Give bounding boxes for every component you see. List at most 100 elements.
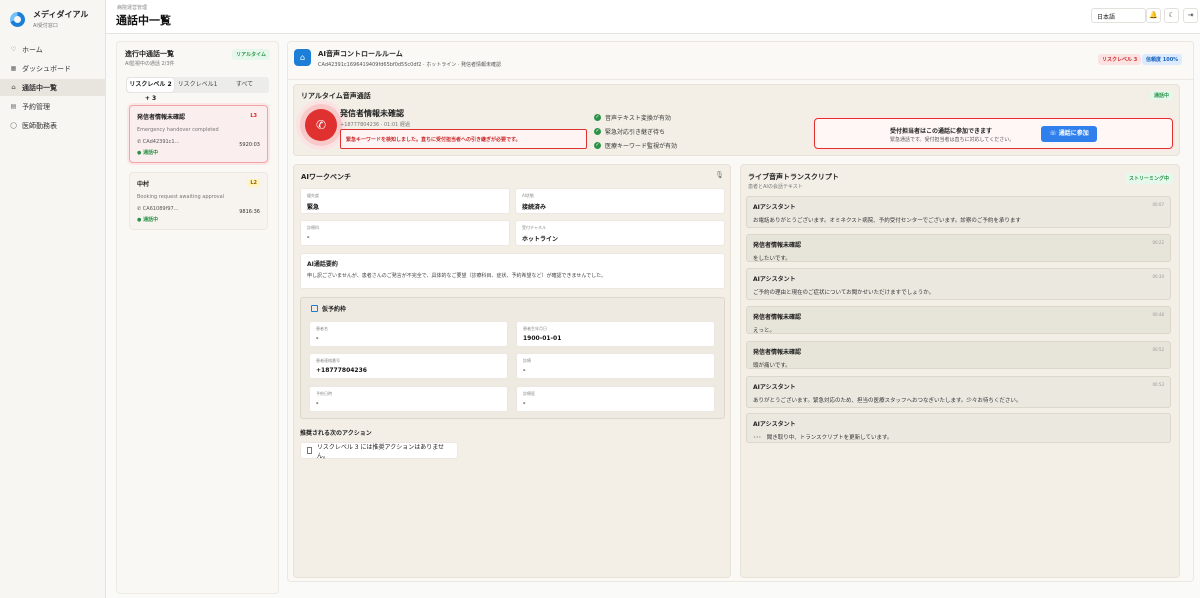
- active-call-list-panel: 進行中通話一覧 AI監視中の通話 2/3件 リアルタイム リスクレベル 2 + …: [116, 41, 279, 594]
- appointment-datetime-field: 予約日時 -: [309, 386, 508, 412]
- join-title: 受付担当者はこの通話に参加できます: [890, 128, 993, 135]
- call-duration: 9816:36: [239, 209, 260, 215]
- phone-icon: ✆: [305, 109, 337, 141]
- treatment-field: 診療 -: [516, 353, 715, 379]
- sidebar-item-doctor-schedule[interactable]: ◯ 医師勤務表: [0, 117, 106, 134]
- control-room-title: AI音声コントロールルーム: [318, 50, 403, 58]
- doctor-field: 診療医 -: [516, 386, 715, 412]
- call-status: ● 通話中: [137, 217, 159, 223]
- panel-subtitle: AI監視中の通話 2/3件: [125, 61, 175, 67]
- caller-name: 中村: [137, 181, 150, 188]
- tab-risk-2-3[interactable]: リスクレベル 2 + 3: [127, 78, 174, 102]
- page-title: 通話中一覧: [116, 14, 171, 27]
- grid-icon: ▦: [10, 65, 17, 72]
- section-title: ライブ音声トランスクリプト: [748, 173, 839, 181]
- status-checklist: ✓ 音声テキスト変換が有効 ✓ 緊急対応引き継ぎ待ち ✓ 医療キーワード監視が有効: [594, 113, 677, 155]
- sidebar-item-label: ホーム: [22, 45, 43, 54]
- breadcrumb: 病院運営管理: [117, 5, 148, 11]
- tab-all[interactable]: すべて: [221, 78, 268, 92]
- control-room-subtitle: CAd42391c1696419409fd65bf0d55c0df2 · ホット…: [318, 62, 501, 68]
- brand-subtitle: AI受付窓口: [33, 23, 58, 29]
- transcript-message: AIアシスタント 00:53 ありがとうございます。緊急対応のため、担当の医療ス…: [746, 376, 1171, 408]
- moon-icon[interactable]: ☾: [1164, 8, 1179, 23]
- risk-level-badge: リスクレベル 3: [1098, 54, 1142, 65]
- department-field: 診療科 -: [300, 220, 510, 246]
- ai-summary: AI通話要約 申し訳ございませんが、患者さんのご発言が不完全で、具体的なご要望（…: [300, 253, 725, 289]
- brand-title: メディダイアル: [33, 10, 89, 19]
- phone-icon: ⌂: [11, 84, 16, 91]
- transcript-message: AIアシスタント 00:07 お電話ありがとうございます。オミネクスト病院、予約…: [746, 196, 1171, 228]
- streaming-badge: ストリーミング中: [1124, 173, 1173, 184]
- realtime-call-section: リアルタイム音声通話 通話中 ✆ 発信者情報未確認 +18777804236 ·…: [293, 84, 1180, 156]
- join-subtitle: 緊急通話です。受付担当者は直ちに対応してください。: [890, 137, 1015, 143]
- logo-icon: [10, 11, 25, 27]
- caller-name: 発信者情報未確認: [340, 109, 404, 118]
- tentative-booking: 仮予約枠 患者名 - 患者生年月日 1900-01-01 患者連絡番号 +187…: [300, 297, 725, 419]
- emergency-alert: 緊急キーワードを検知しました。直ちに受付担当者への引き継ぎが必要です。: [340, 129, 587, 149]
- risk-level-badge: L3: [250, 113, 257, 119]
- section-title: リアルタイム音声通話: [301, 92, 371, 100]
- caller-number: +18777804236 · 01:01 経過: [340, 122, 410, 128]
- check-item: ✓ 緊急対応引き継ぎ待ち: [594, 128, 666, 136]
- live-transcript: ライブ音声トランスクリプト 患者とAIの会話テキスト ストリーミング中 AIアシ…: [740, 164, 1180, 578]
- sidebar-item-label: 通話中一覧: [22, 83, 57, 92]
- check-item: ✓ 音声テキスト変換が有効: [594, 114, 671, 122]
- panel-title: 進行中通話一覧: [125, 50, 174, 58]
- transcript-message: 発信者情報未確認 00:22 をしたいです。: [746, 234, 1171, 262]
- heart-icon: ♡: [10, 46, 17, 53]
- calendar-icon: [311, 305, 318, 312]
- robot-icon: ⌂: [294, 49, 311, 66]
- transcript-message: 発信者情報未確認 00:48 えっと。: [746, 306, 1171, 334]
- sidebar-item-home[interactable]: ♡ ホーム: [0, 41, 106, 58]
- join-call-button[interactable]: ☏ 通話に参加: [1041, 126, 1097, 142]
- sidebar-item-label: 医師勤務表: [22, 121, 57, 130]
- bell-icon[interactable]: 🔔: [1146, 8, 1161, 23]
- sidebar-item-label: ダッシュボード: [22, 64, 71, 73]
- patient-dob-field: 患者生年月日 1900-01-01: [516, 321, 715, 347]
- risk-tabs: リスクレベル 2 + 3 リスクレベル1 すべて: [126, 77, 269, 102]
- brand: メディダイアル AI受付窓口: [10, 9, 88, 29]
- microphone-icon[interactable]: 🎙: [715, 171, 724, 179]
- tab-risk-1[interactable]: リスクレベル1: [174, 78, 221, 92]
- transcript-message: 発信者情報未確認 00:52 頭が痛いです。: [746, 341, 1171, 369]
- sidebar-item-label: 予約管理: [22, 102, 50, 111]
- check-item: ✓ 医療キーワード監視が有効: [594, 142, 678, 150]
- call-description: Emergency handover completed: [137, 127, 219, 133]
- confidence-badge: 信頼度 100%: [1142, 54, 1183, 65]
- patient-phone-field: 患者連絡番号 +18777804236: [309, 353, 508, 379]
- section-subtitle: 患者とAIの会話テキスト: [748, 184, 803, 190]
- risk-level-badge: L2: [247, 179, 260, 187]
- section-title: AIワークベンチ: [301, 173, 352, 181]
- priority-field: 優先度 緊急: [300, 188, 510, 214]
- call-status: ● 通話中: [137, 150, 159, 156]
- call-description: Booking request awaiting approval: [137, 194, 225, 200]
- call-card[interactable]: 中村 L2 Booking request awaiting approval …: [129, 172, 268, 230]
- ai-status-field: AI状態 接続済み: [515, 188, 725, 214]
- sidebar-nav: ♡ ホーム ▦ ダッシュボード ⌂ 通話中一覧 ▤ 予約管理 ◯ 医師勤務表: [0, 41, 106, 136]
- ai-workbench: AIワークベンチ 🎙 優先度 緊急 AI状態 接続済み 診療科 - 受付チャネル…: [293, 164, 731, 578]
- patient-name-field: 患者名 -: [309, 321, 508, 347]
- transcript-message: AIアシスタント 00:30 ご予約の理由と現在のご症状についてお聞かせいただけ…: [746, 268, 1171, 300]
- check-icon: ✓: [594, 128, 601, 135]
- caller-name: 発信者情報未確認: [137, 114, 186, 121]
- calendar-icon: ▤: [10, 103, 17, 110]
- control-room-header: ⌂ AI音声コントロールルーム CAd42391c1696419409fd65b…: [288, 42, 1193, 80]
- channel-field: 受付チャネル ホットライン: [515, 220, 725, 246]
- sidebar-item-dashboard[interactable]: ▦ ダッシュボード: [0, 60, 106, 77]
- call-status-badge: 通話中: [1149, 91, 1173, 100]
- logout-icon[interactable]: ⇥: [1183, 8, 1198, 23]
- sidebar-item-active-calls[interactable]: ⌂ 通話中一覧: [0, 79, 106, 96]
- realtime-badge: リアルタイム: [232, 49, 270, 60]
- sidebar-item-appointments[interactable]: ▤ 予約管理: [0, 98, 106, 115]
- call-card[interactable]: 発信者情報未確認 L3 Emergency handover completed…: [129, 105, 268, 163]
- call-duration: 5920:03: [239, 142, 260, 148]
- document-icon: [307, 447, 312, 454]
- actions-title: 推奨される次のアクション: [300, 430, 372, 437]
- language-select[interactable]: 日本語: [1091, 8, 1146, 23]
- check-icon: ✓: [594, 142, 601, 149]
- transcript-message: AIアシスタント ･･･ 聞き取り中、トランスクリプトを更新しています。: [746, 413, 1171, 443]
- check-icon: ✓: [594, 114, 601, 121]
- top-header: 病院運営管理 通話中一覧 日本語 🔔 ☾ ⇥: [106, 0, 1200, 34]
- recommended-action: リスクレベル 3 には推奨アクションはありません。: [300, 442, 458, 460]
- stethoscope-icon: ◯: [10, 122, 17, 129]
